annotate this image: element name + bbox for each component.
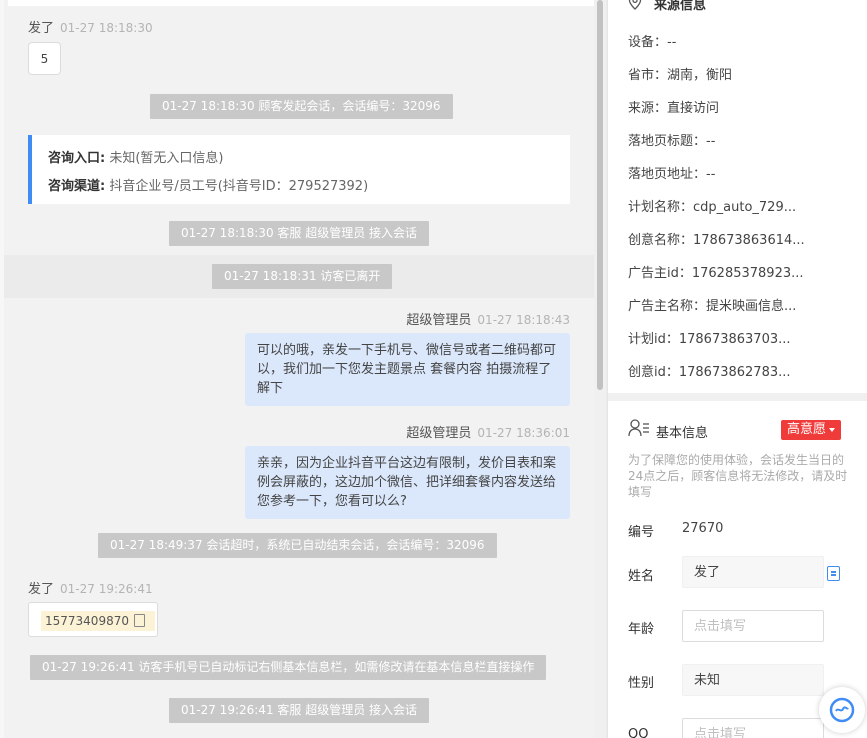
entry-label: 咨询入口: <box>48 151 106 166</box>
source-row: 设备：-- <box>628 35 677 50</box>
id-value: 27670 <box>682 521 724 536</box>
sender-name: 发了 <box>28 582 55 597</box>
gender-label: 性别 <box>628 676 655 691</box>
source-row: 计划名称：cdp_auto_729... <box>628 200 797 215</box>
edit-hint: 为了保障您的使用体验，会话发生当日的24点之后，顾客信息将无法修改，请及时填写 <box>628 453 848 499</box>
system-message: 01-27 19:26:41 客服 超级管理员 接入会话 <box>169 698 430 723</box>
qq-label: QQ <box>628 727 649 738</box>
agent-time: 01-27 18:36:01 <box>477 426 570 440</box>
id-label: 编号 <box>628 525 655 540</box>
system-message: 01-27 19:26:41 访客手机号已自动标记右侧基本信息栏，如需修改请在基… <box>30 655 547 680</box>
source-row: 落地页标题：-- <box>628 134 716 149</box>
section-divider <box>608 393 867 401</box>
gender-field[interactable]: 未知 <box>682 664 824 696</box>
source-row: 来源：直接访问 <box>628 101 720 116</box>
top-line <box>8 0 594 6</box>
agent-meta: 超级管理员 01-27 18:18:43 <box>406 309 570 328</box>
inquiry-card: 咨询入口: 未知(暂无入口信息) 咨询渠道: 抖音企业号/员工号(抖音号ID：2… <box>28 135 570 204</box>
source-row: 创意名称：178673863614... <box>628 233 805 248</box>
name-field[interactable]: 发了 <box>682 556 824 588</box>
age-field[interactable]: 点击填写 <box>682 610 824 642</box>
intent-badge[interactable]: 高意愿 <box>781 420 842 440</box>
copy-icon[interactable] <box>134 614 145 627</box>
source-row: 落地页地址：-- <box>628 167 716 182</box>
channel-label: 咨询渠道: <box>48 179 106 194</box>
agent-name: 超级管理员 <box>406 426 472 441</box>
source-row: 广告主名称：提米映画信息... <box>628 299 797 314</box>
entry-row: 咨询入口: 未知(暂无入口信息) <box>48 145 570 173</box>
assistant-icon <box>829 697 855 723</box>
agent-time: 01-27 18:18:43 <box>477 313 570 327</box>
agent-message: 可以的哦，亲发一下手机号、微信号或者二维码都可以，我们加一下您发主题景点 套餐内… <box>245 333 570 406</box>
user-icon <box>628 419 650 441</box>
phone-message: 15773409870 <box>28 602 158 637</box>
caret-down-icon <box>829 427 836 432</box>
source-info-title: 来源信息 <box>654 0 707 13</box>
channel-row: 咨询渠道: 抖音企业号/员工号(抖音号ID：279527392) <box>48 173 570 201</box>
visitor-message: 5 <box>28 42 61 75</box>
system-message: 01-27 18:18:30 客服 超级管理员 接入会话 <box>169 221 430 246</box>
system-message: 01-27 18:49:37 会话超时，系统已自动结束会话，会话编号：32096 <box>98 533 497 558</box>
source-row: 计划id：178673863703... <box>628 332 791 347</box>
agent-message: 亲亲，因为企业抖音平台这边有限制，发价目表和案例会屏蔽的，这边加个微信、把详细套… <box>245 446 570 519</box>
visitor-meta: 发了 01-27 19:26:41 <box>28 578 153 597</box>
name-label: 姓名 <box>628 569 655 584</box>
chat-scroll-thumb[interactable] <box>597 0 603 390</box>
visitor-meta: 发了 01-27 18:18:30 <box>28 17 153 36</box>
system-message: 01-27 18:18:31 访客已离开 <box>212 264 393 289</box>
channel-value: 抖音企业号/员工号(抖音号ID：279527392) <box>109 179 369 194</box>
sender-name: 发了 <box>28 21 55 36</box>
chat-pane: 发了 01-27 18:18:30 5 01-27 18:18:30 顾客发起会话… <box>4 0 594 738</box>
qq-field[interactable]: 点击填写 <box>682 718 824 738</box>
assistant-float-button[interactable] <box>819 687 865 733</box>
entry-value: 未知(暂无入口信息) <box>109 151 224 166</box>
age-label: 年龄 <box>628 622 655 637</box>
copy-icon[interactable] <box>827 566 840 581</box>
source-row: 省市：湖南，衡阳 <box>628 68 733 83</box>
system-message: 01-27 18:18:30 顾客发起会话，会话编号：32096 <box>150 94 453 119</box>
basic-info-title: 基本信息 <box>656 426 709 441</box>
sender-time: 01-27 18:18:30 <box>60 21 153 35</box>
sender-time: 01-27 19:26:41 <box>60 582 153 596</box>
agent-name: 超级管理员 <box>406 313 472 328</box>
source-row: 广告主id：176285378923... <box>628 266 804 281</box>
location-icon <box>628 0 642 14</box>
intent-label: 高意愿 <box>787 422 827 437</box>
customer-panel: 来源信息 设备：-- 省市：湖南，衡阳 来源：直接访问 落地页标题：-- 落地页… <box>607 0 867 738</box>
agent-meta: 超级管理员 01-27 18:36:01 <box>406 422 570 441</box>
source-row: 创意id：178673862783... <box>628 365 791 380</box>
